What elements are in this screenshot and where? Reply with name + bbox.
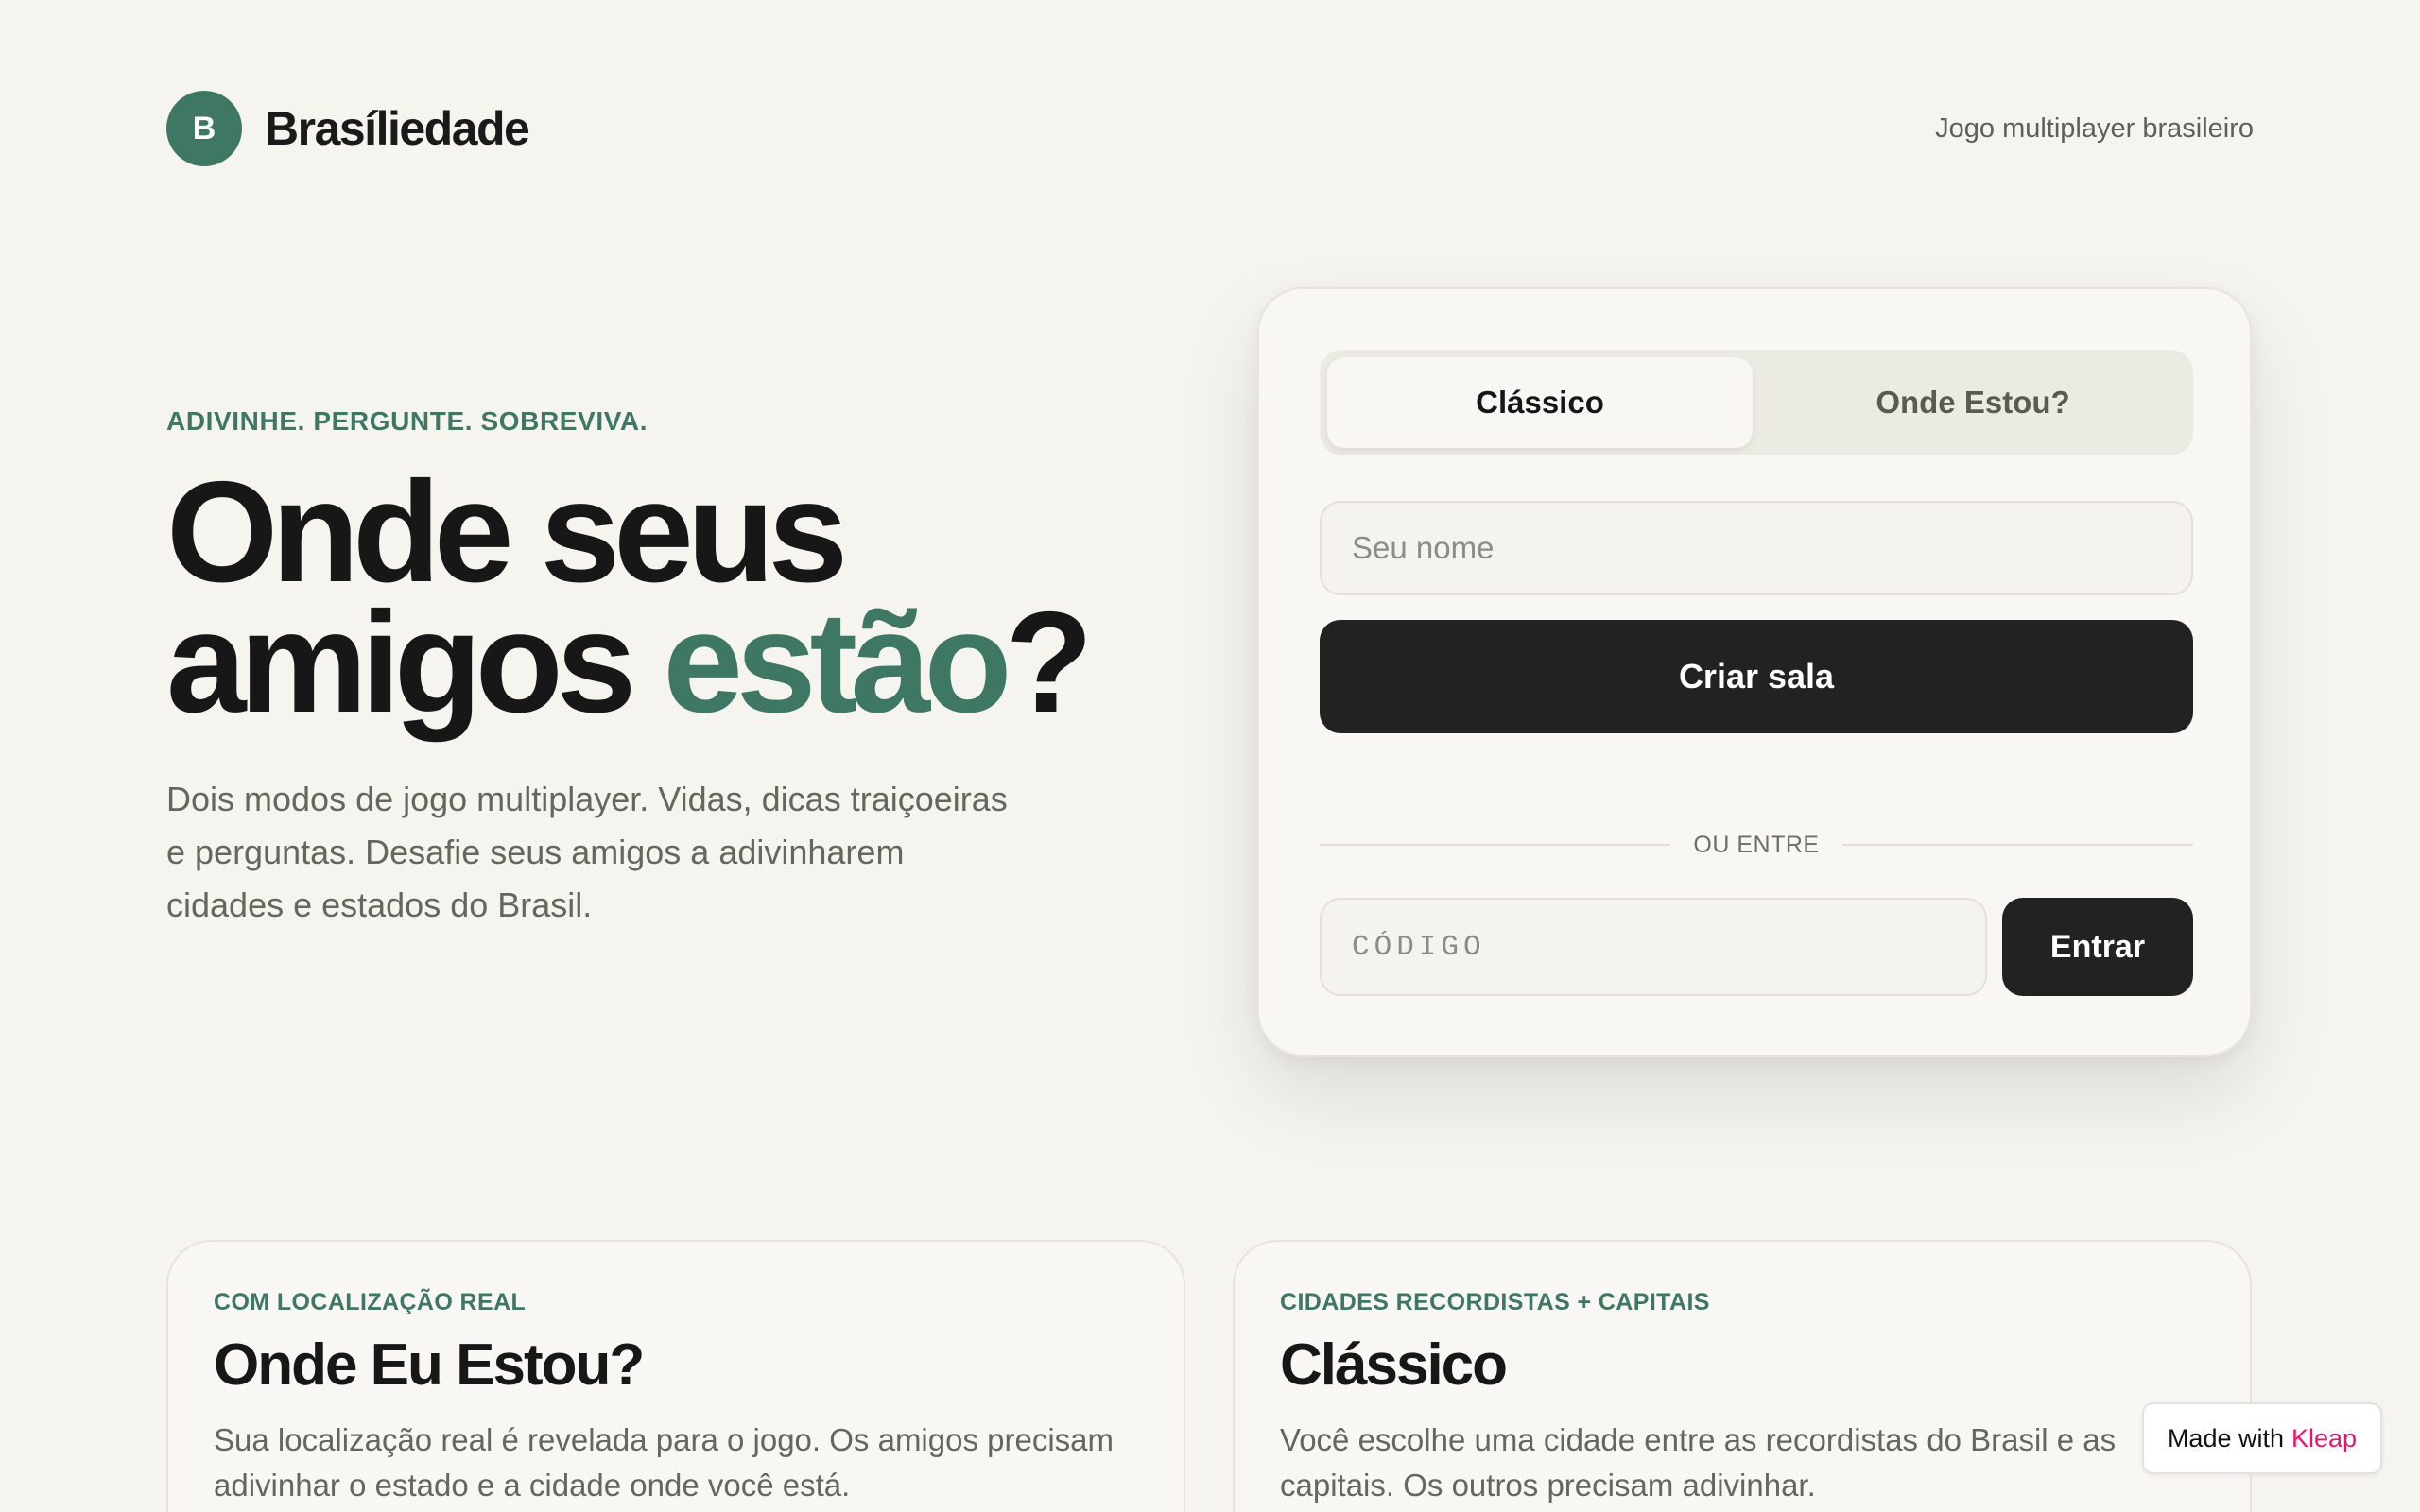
divider-line-left: [1320, 844, 1671, 846]
mode-card-classico: CIDADES RECORDISTAS + CAPITAIS Clássico …: [1233, 1240, 2252, 1512]
brand-name: Brasíliedade: [265, 102, 530, 155]
page: B Brasíliedade Jogo multiplayer brasilei…: [0, 0, 2420, 1512]
divider-line-right: [1841, 844, 2193, 846]
mode-title: Clássico: [1280, 1332, 1508, 1398]
mode-eyebrow: COM LOCALIZAÇÃO REAL: [214, 1289, 527, 1315]
headline-question-mark: ?: [1005, 582, 1093, 743]
brand[interactable]: B Brasíliedade: [166, 91, 530, 166]
hero-headline: Onde seus amigos estão?: [166, 460, 1187, 734]
hero-eyebrow: ADIVINHE. PERGUNTE. SOBREVIVA.: [166, 406, 648, 436]
tab-onde-estou[interactable]: Onde Estou?: [1760, 357, 2186, 448]
header: B Brasíliedade Jogo multiplayer brasilei…: [166, 91, 2254, 166]
join-card: Clássico Onde Estou? Criar sala OU ENTRE…: [1257, 287, 2252, 1057]
headline-accent: estão: [663, 582, 1011, 743]
mode-description: Sua localização real é revelada para o j…: [214, 1422, 1115, 1503]
room-code-input[interactable]: [1320, 898, 1987, 996]
hero: ADIVINHE. PERGUNTE. SOBREVIVA. Onde seus…: [166, 406, 1187, 966]
made-with-brand: Kleap: [2291, 1423, 2358, 1452]
brand-logo: B: [166, 91, 242, 166]
divider-text: OU ENTRE: [1693, 831, 1820, 858]
mode-tabs: Clássico Onde Estou?: [1320, 350, 2193, 455]
or-divider: OU ENTRE: [1320, 826, 2193, 864]
mode-card-onde-eu-estou: COM LOCALIZAÇÃO REAL Onde Eu Estou? Sua …: [166, 1240, 1185, 1512]
tab-classico[interactable]: Clássico: [1327, 357, 1753, 448]
name-input[interactable]: [1320, 501, 2193, 595]
create-room-button[interactable]: Criar sala: [1320, 620, 2193, 733]
mode-title: Onde Eu Estou?: [214, 1332, 645, 1398]
made-with-badge[interactable]: Made with Kleap: [2142, 1402, 2382, 1474]
made-with-prefix: Made with: [2167, 1423, 2284, 1452]
join-button[interactable]: Entrar: [2002, 898, 2193, 996]
mode-description: Você escolhe uma cidade entre as recordi…: [1280, 1422, 2117, 1503]
hero-description: Dois modos de jogo multiplayer. Vidas, d…: [166, 780, 1008, 924]
mode-eyebrow: CIDADES RECORDISTAS + CAPITAIS: [1280, 1289, 1710, 1315]
header-tagline: Jogo multiplayer brasileiro: [1935, 112, 2254, 144]
headline-line-2-start: amigos: [166, 582, 636, 743]
